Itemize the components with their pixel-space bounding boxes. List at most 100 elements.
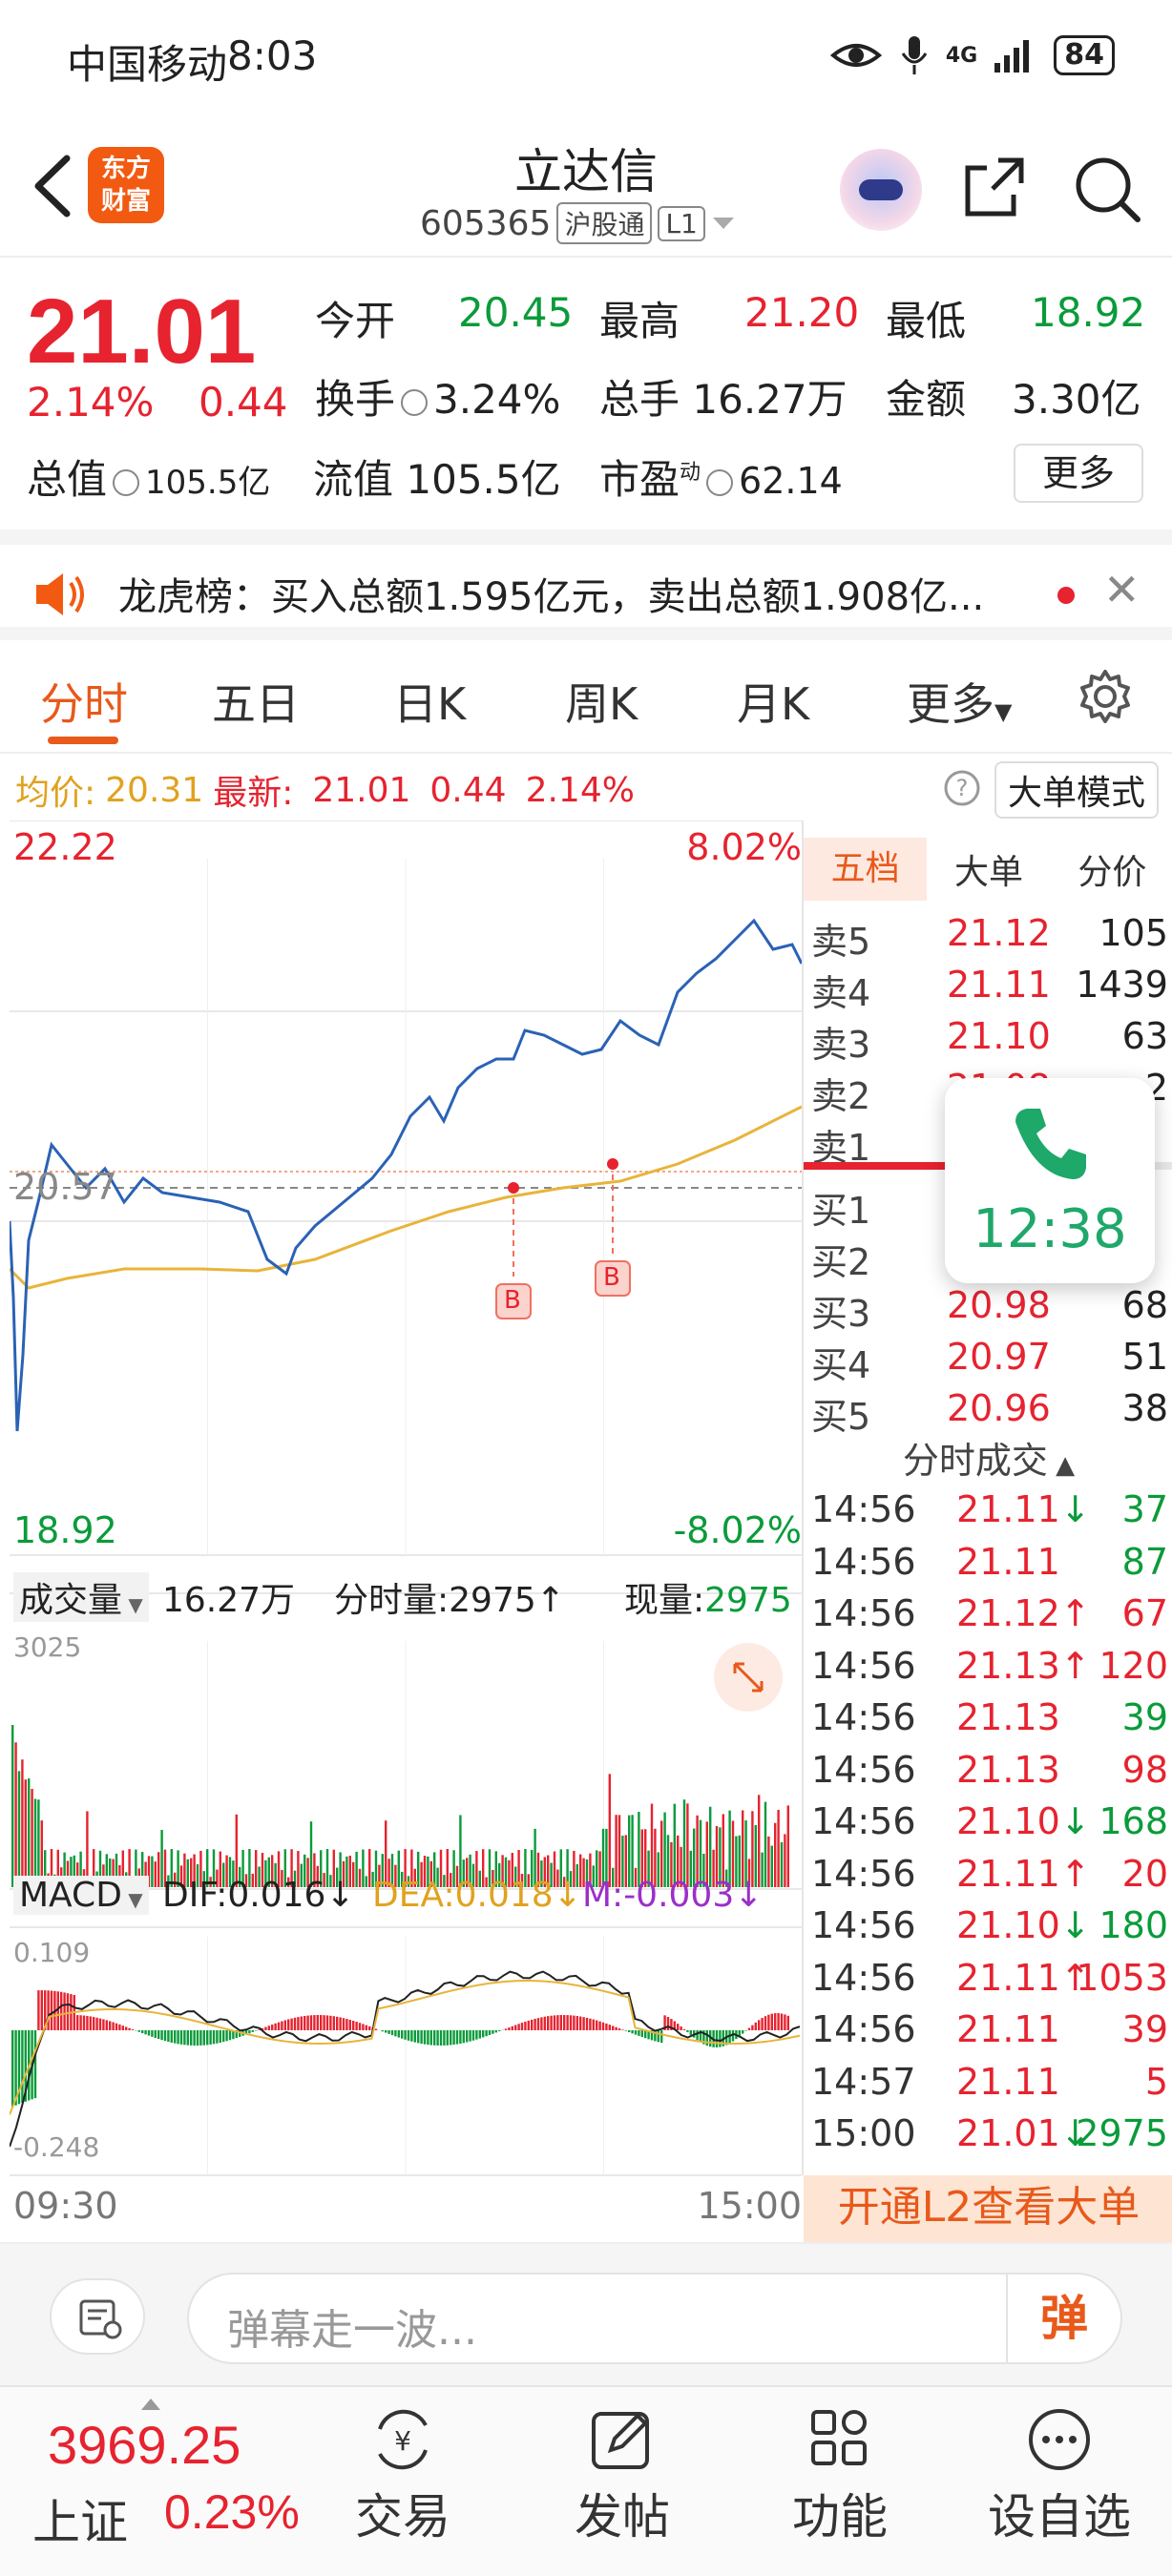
ask-volume: 1439: [1076, 964, 1168, 1006]
tab-more[interactable]: 更多▼: [907, 670, 1012, 733]
macd-bar: [770, 2013, 773, 2030]
nav-trade[interactable]: ¥ 交易: [307, 2406, 498, 2547]
macd-bar: [228, 2030, 232, 2041]
bid-volume: 51: [1121, 1336, 1168, 1378]
stock-code-row[interactable]: 605365 沪股通 L1: [420, 202, 736, 244]
current-volume-label: 现量:: [624, 1581, 705, 1620]
open-value: 20.45: [458, 289, 574, 336]
nav-post[interactable]: 发帖: [527, 2406, 718, 2547]
macd-bar: [283, 2020, 286, 2030]
trade-time: 14:56: [811, 1800, 916, 1842]
macd-bar: [47, 1990, 50, 2030]
m-value: M:-0.003↓: [582, 1876, 764, 1915]
nav-add-watchlist[interactable]: 设自选: [964, 2406, 1155, 2547]
nav-trade-label: 交易: [355, 2489, 450, 2545]
more-button[interactable]: 更多: [1014, 444, 1143, 503]
l2-upgrade-banner[interactable]: 开通L2查看大单: [804, 2175, 1172, 2242]
trade-price: 21.13↑: [956, 1645, 1091, 1687]
macd-selector[interactable]: MACD ▼: [13, 1876, 149, 1915]
ask-price: 21.12: [947, 912, 1051, 954]
macd-bar: [199, 2030, 202, 2046]
trade-time: 14:56: [811, 1592, 916, 1634]
macd-selector-label: MACD: [19, 1876, 122, 1915]
bid-price: 20.97: [947, 1336, 1051, 1378]
tab-price-distribution[interactable]: 分价: [1051, 844, 1172, 894]
danmu-send-button[interactable]: 弹: [1006, 2275, 1120, 2362]
macd-bar: [112, 2022, 115, 2030]
trade-price: 21.11↓: [956, 1488, 1091, 1530]
macd-bar: [355, 2022, 358, 2030]
bid-volume: 38: [1121, 1387, 1168, 1429]
macd-bar: [462, 2030, 465, 2044]
phone-icon: [1015, 1109, 1086, 1179]
volume-label: 总手: [599, 376, 680, 423]
macd-bar: [452, 2030, 455, 2046]
tab-five-levels[interactable]: 五档: [804, 838, 928, 901]
macd-bar: [407, 2030, 410, 2041]
assistant-avatar[interactable]: [840, 149, 922, 231]
tab-more-label: 更多: [907, 678, 994, 730]
tab-big-orders[interactable]: 大单: [927, 844, 1050, 894]
help-icon[interactable]: ?: [943, 769, 981, 807]
pe-row[interactable]: 市盈动 62.14: [599, 447, 843, 506]
nav-functions[interactable]: 功能: [744, 2406, 935, 2547]
tab-intraday[interactable]: 分时: [40, 670, 128, 733]
macd-bar: [397, 2030, 400, 2038]
trades-header[interactable]: 分时成交 ▲: [804, 1431, 1172, 1484]
volume-bar: [28, 1778, 31, 1887]
danmu-settings-button[interactable]: [50, 2278, 145, 2355]
macd-bar: [368, 2025, 371, 2030]
volume-row: 总手 16.27万: [599, 367, 848, 426]
change-pct: 2.14%: [27, 379, 155, 426]
macd-bar: [573, 2015, 576, 2030]
carrier-name: 中国移动: [67, 41, 228, 88]
macd-bar: [731, 2030, 735, 2042]
tab-daily-k[interactable]: 日K: [393, 670, 466, 733]
macd-bar: [547, 2016, 550, 2030]
search-icon[interactable]: [1071, 153, 1143, 225]
macd-bar: [429, 2030, 432, 2046]
danmu-input[interactable]: 弹幕走一波... 弹: [187, 2273, 1122, 2364]
eye-icon: [829, 44, 883, 67]
call-duration: 12:38: [973, 1198, 1127, 1260]
trade-price: 21.12↑: [956, 1592, 1091, 1634]
gear-icon[interactable]: [1077, 668, 1134, 725]
open-label: 今开: [315, 298, 396, 344]
big-order-mode-button[interactable]: 大单模式: [994, 761, 1160, 819]
macd-bar: [345, 2019, 348, 2030]
macd-bar: [705, 2030, 708, 2046]
trade-price: 21.11↑: [956, 1957, 1091, 1999]
news-ticker[interactable]: 龙虎榜：买入总额1.595亿元，卖出总额1.908亿... ✕: [0, 530, 1172, 640]
nav-post-label: 发帖: [575, 2489, 670, 2545]
volume-total: 16.27万: [162, 1581, 296, 1620]
bid-row: 买3 20.98 68: [804, 1284, 1172, 1336]
tab-monthly-k[interactable]: 月K: [737, 670, 809, 733]
time-end: 15:00: [697, 2185, 802, 2227]
macd-bar: [290, 2018, 293, 2030]
macd-bar: [598, 2021, 601, 2030]
amount-label: 金额: [886, 376, 967, 423]
ask-row: 卖3 21.10 63: [804, 1015, 1172, 1067]
tab-five-day[interactable]: 五日: [212, 670, 300, 733]
macd-bar: [251, 2030, 254, 2032]
float-row: 流值 105.5亿: [313, 447, 561, 506]
ask-row: 卖5 21.12 105: [804, 912, 1172, 964]
close-icon[interactable]: ✕: [1103, 564, 1141, 615]
trade-row: 14:56 21.13↑ 120: [804, 1645, 1172, 1696]
chart-grid: [10, 821, 802, 2176]
turnover-row[interactable]: 换手 3.24%: [315, 367, 560, 426]
macd-bar: [225, 2030, 228, 2042]
macd-bar: [183, 2030, 186, 2046]
intraday-chart[interactable]: 22.22 8.02% 20.57 18.92 -8.02% B B 成交量 ▼…: [10, 821, 802, 2233]
macd-bar: [455, 2030, 459, 2045]
macd-bar: [754, 2022, 757, 2030]
volume-bar: [686, 1803, 689, 1887]
mcap-row[interactable]: 总值 105.5亿: [27, 447, 270, 506]
macd-bar: [459, 2030, 462, 2045]
tab-weekly-k[interactable]: 周K: [565, 670, 638, 733]
macd-bar: [605, 2023, 608, 2030]
volume-selector[interactable]: 成交量 ▼: [13, 1572, 149, 1622]
share-icon[interactable]: [960, 153, 1029, 221]
quote-panel: 21.01 2.14% 0.44 今开 20.45 最高 21.20 最低 18…: [0, 272, 1172, 530]
call-popup[interactable]: 12:38: [945, 1078, 1155, 1283]
